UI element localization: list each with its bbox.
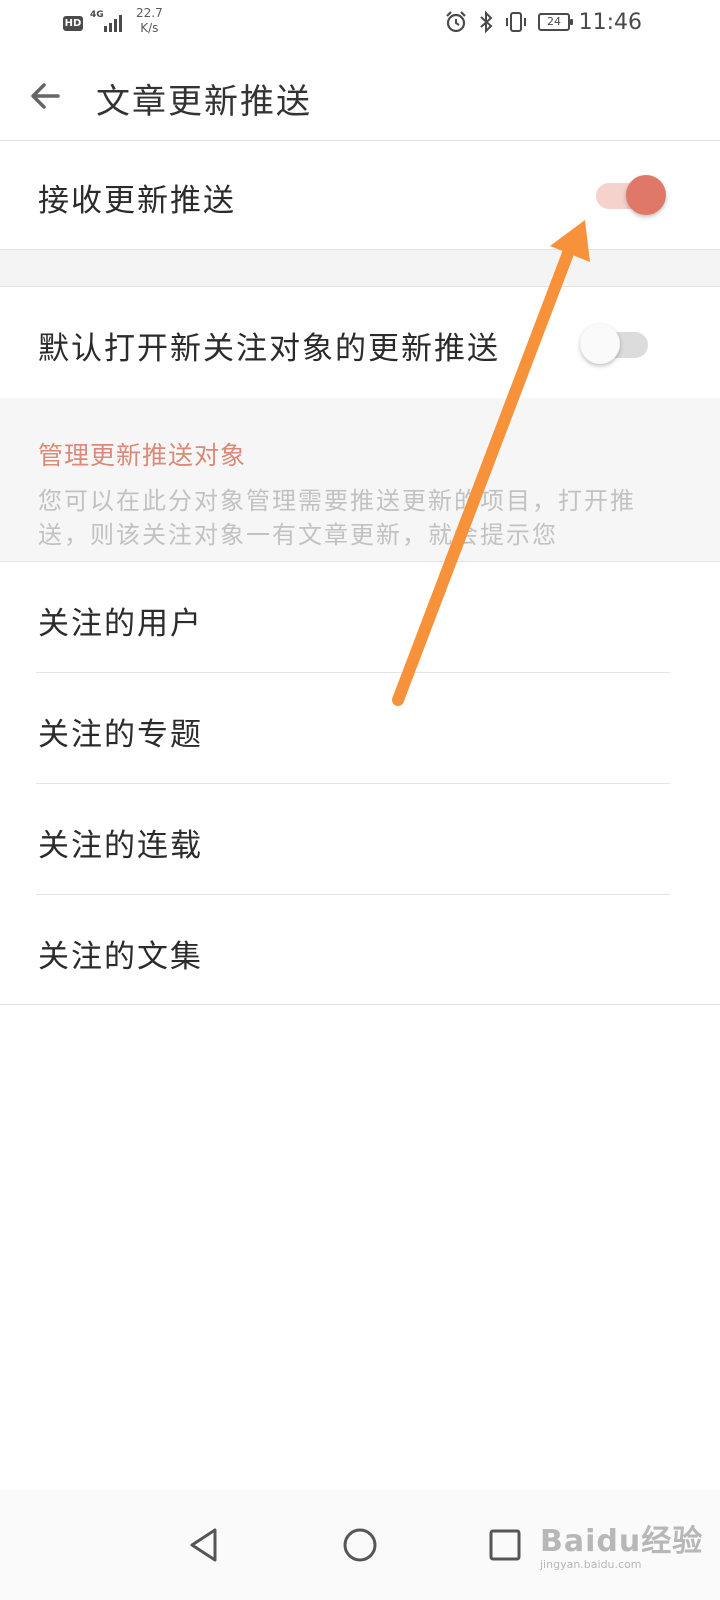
list-item-followed-serials[interactable]: 关注的连载 xyxy=(0,784,720,894)
default-push-toggle[interactable] xyxy=(580,322,652,366)
default-push-row[interactable]: 默认打开新关注对象的更新推送 xyxy=(0,287,720,397)
watermark-main: Baidu经验 xyxy=(540,1524,704,1559)
default-push-label: 默认打开新关注对象的更新推送 xyxy=(38,331,500,367)
receive-push-row[interactable]: 接收更新推送 xyxy=(0,141,720,249)
list-item-label: 关注的文集 xyxy=(38,939,203,975)
home-circle-icon[interactable] xyxy=(335,1520,385,1570)
network-speed: 22.7 K/s xyxy=(136,6,163,36)
status-bar: HD 4G 22.7 K/s 24 11:46 xyxy=(0,0,720,50)
page-title: 文章更新推送 xyxy=(96,82,312,122)
section-title: 管理更新推送对象 xyxy=(38,441,247,470)
section-description: 您可以在此分对象管理需要推送更新的项目，打开推送，则该关注对象一有文章更新，就会… xyxy=(38,487,636,549)
signal-icon xyxy=(104,15,122,32)
section-spacer xyxy=(0,249,720,287)
alarm-icon xyxy=(446,11,466,33)
back-arrow-icon[interactable] xyxy=(22,72,70,120)
divider xyxy=(0,1004,720,1005)
bluetooth-icon xyxy=(480,10,493,34)
list-item-followed-users[interactable]: 关注的用户 xyxy=(0,562,720,672)
list-item-followed-collections[interactable]: 关注的文集 xyxy=(0,895,720,1005)
receive-push-toggle[interactable] xyxy=(596,173,668,217)
list-item-label: 关注的用户 xyxy=(38,606,203,642)
hd-badge: HD xyxy=(63,16,83,31)
vibrate-icon xyxy=(506,12,526,32)
baidu-watermark: Baidu经验 jingyan.baidu.com xyxy=(540,1516,703,1571)
receive-push-label: 接收更新推送 xyxy=(38,183,236,219)
list-item-label: 关注的专题 xyxy=(38,717,203,753)
list-item-label: 关注的连载 xyxy=(38,828,203,864)
watermark-url: jingyan.baidu.com xyxy=(540,1558,642,1571)
status-icons: 24 xyxy=(444,10,573,34)
app-header: 文章更新推送 xyxy=(0,50,720,141)
speed-unit: K/s xyxy=(140,21,159,35)
recents-square-icon[interactable] xyxy=(480,1520,530,1570)
toggle-thumb xyxy=(580,324,620,364)
battery-icon: 24 xyxy=(538,13,573,31)
manage-push-section: 管理更新推送对象 您可以在此分对象管理需要推送更新的项目，打开推送，则该关注对象… xyxy=(0,398,720,562)
toggle-thumb xyxy=(626,175,666,215)
list-item-followed-topics[interactable]: 关注的专题 xyxy=(0,673,720,783)
network-type: 4G xyxy=(90,10,104,20)
speed-value: 22.7 xyxy=(136,6,163,20)
back-triangle-icon[interactable] xyxy=(180,1520,230,1570)
clock: 11:46 xyxy=(578,10,642,35)
